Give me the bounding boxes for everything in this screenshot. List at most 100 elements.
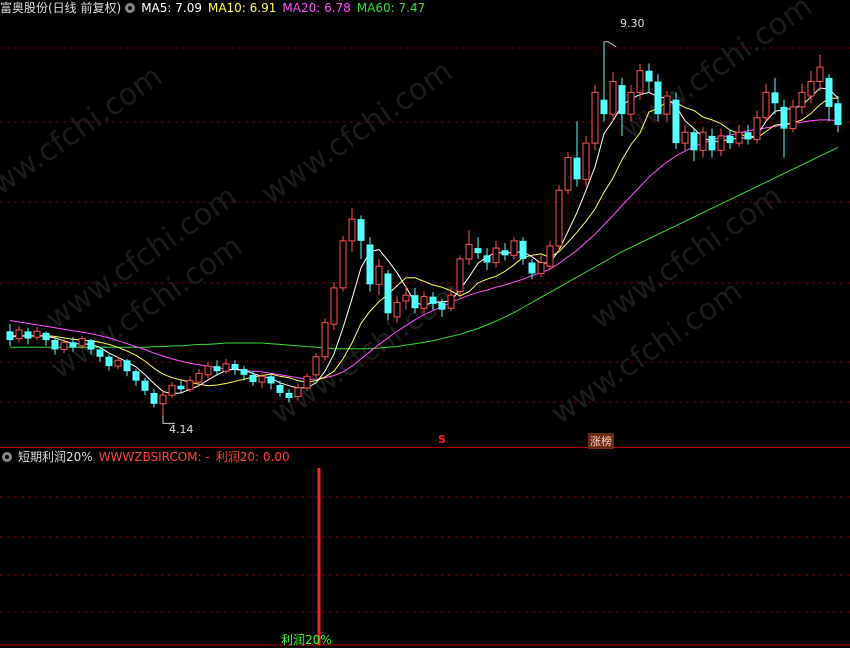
candle [726, 130, 734, 149]
candle [321, 318, 329, 361]
candle-body [6, 331, 14, 341]
candle [456, 255, 464, 296]
candle-body [168, 385, 176, 396]
candle-body [267, 376, 275, 384]
candle-body [384, 273, 392, 314]
candle [6, 324, 14, 346]
candle-body [276, 384, 284, 393]
candle [15, 325, 23, 343]
candle [546, 240, 554, 270]
candle [492, 240, 500, 268]
candle-body [204, 365, 212, 376]
candle [24, 327, 32, 345]
candle [825, 74, 833, 122]
candle [699, 127, 707, 158]
candle [816, 54, 824, 91]
candle-body [672, 99, 680, 144]
candle [744, 125, 752, 145]
profit-signal-bar [317, 468, 321, 645]
stock-chart-window: 富奥股份(日线 前复权) MA5: 7.09 MA10: 6.91 MA20: 6.7… [0, 0, 850, 648]
candle [231, 360, 239, 375]
candlestick-chart[interactable]: www.cfchi.comwww.cfchi.comwww.cfchi.comw… [0, 0, 850, 648]
candle-body [132, 371, 140, 381]
candle-body [24, 331, 32, 339]
candle-body [789, 106, 797, 130]
candle [177, 380, 185, 393]
candle-body [807, 81, 815, 97]
candle-body [393, 301, 401, 318]
candle-body [699, 131, 707, 151]
candle-body [537, 262, 545, 274]
candle [123, 358, 131, 377]
candle-body [285, 392, 293, 398]
candle-body [177, 385, 185, 390]
candle-body [195, 372, 203, 383]
candle-body [258, 375, 266, 383]
candle-body [96, 349, 104, 357]
candle-body [447, 294, 455, 309]
indicator-title[interactable]: 短期利润20% [18, 450, 93, 464]
candle-body [717, 135, 725, 151]
candle-body [744, 132, 752, 140]
candle [771, 77, 779, 115]
candle [168, 382, 176, 398]
candle-body [321, 322, 329, 358]
candle-body [816, 66, 824, 83]
candle [519, 237, 527, 265]
candle-body [465, 243, 473, 260]
panel-divider[interactable] [0, 447, 850, 448]
candle-body [87, 340, 95, 350]
candle-body [330, 287, 338, 325]
candle [798, 83, 806, 115]
candle-body [663, 95, 671, 115]
candle [204, 361, 212, 379]
candle-body [636, 70, 644, 93]
candle [672, 92, 680, 149]
candle [348, 208, 356, 252]
candle-body [654, 81, 662, 115]
candle [465, 230, 473, 265]
candle [762, 83, 770, 122]
candle-body [240, 369, 248, 375]
candle [834, 96, 842, 133]
candle-body [366, 244, 374, 285]
candle-body [186, 380, 194, 390]
candle [384, 269, 392, 321]
candle [780, 99, 788, 158]
candle [735, 125, 743, 147]
candle-body [771, 92, 779, 104]
candle-body [726, 135, 734, 144]
candle [339, 235, 347, 292]
candle-body [114, 359, 122, 367]
candle [474, 237, 482, 259]
candle [609, 72, 617, 122]
candle [501, 243, 509, 261]
indicator-gear-icon[interactable] [2, 452, 12, 462]
candle-body [33, 330, 41, 338]
candle-body [123, 360, 131, 372]
candle [591, 85, 599, 151]
high-price-label: 9.30 [620, 17, 645, 30]
candle-body [798, 91, 806, 108]
candle-body [213, 366, 221, 372]
candle-body [825, 77, 833, 107]
candle [753, 110, 761, 144]
candle [150, 389, 158, 408]
candle [681, 125, 689, 151]
candle [195, 369, 203, 386]
candle-body [141, 380, 149, 391]
candle-body [249, 374, 257, 383]
candle-body [555, 189, 563, 247]
candle-body [51, 340, 59, 350]
candle-body [708, 135, 716, 151]
candle [249, 371, 257, 386]
candle [789, 99, 797, 133]
candle [222, 358, 230, 374]
candle [600, 41, 608, 122]
indicator-panel-chart [317, 468, 321, 645]
candle-body [42, 332, 50, 341]
candle [330, 282, 338, 330]
candle-body [681, 131, 689, 144]
candle-body [735, 131, 743, 144]
indicator-formula: WWWZBSIRCOM: - [98, 450, 210, 464]
